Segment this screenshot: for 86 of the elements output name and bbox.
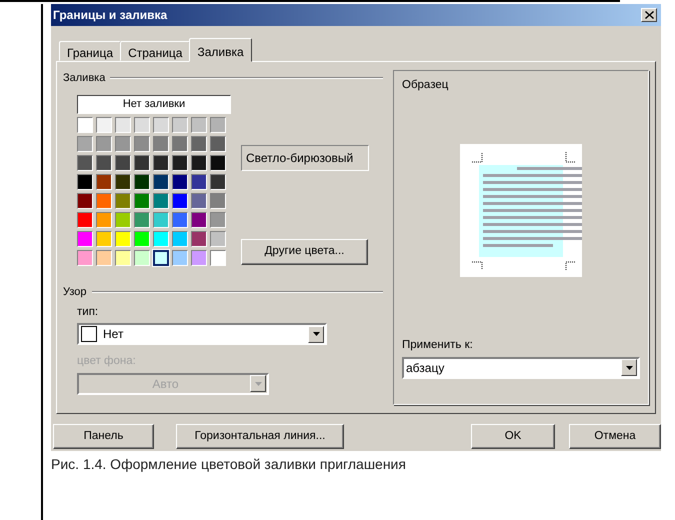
color-swatch[interactable]	[134, 230, 150, 246]
more-colors-button[interactable]: Другие цвета...	[241, 239, 368, 264]
color-name-field: Светло-бирюзовый	[241, 144, 369, 170]
color-swatch[interactable]	[153, 154, 169, 170]
color-swatch[interactable]	[210, 154, 226, 170]
color-swatch[interactable]	[134, 212, 150, 228]
color-swatch[interactable]	[153, 116, 169, 132]
color-swatch[interactable]	[134, 250, 150, 266]
color-swatch[interactable]	[134, 136, 150, 152]
group-label: Узор	[63, 284, 87, 300]
color-swatch[interactable]	[210, 116, 226, 132]
color-swatch[interactable]	[191, 154, 207, 170]
color-swatch[interactable]	[77, 174, 93, 190]
field-label: тип:	[77, 305, 100, 320]
color-swatch[interactable]	[210, 136, 226, 152]
dialog-button[interactable]: Отмена	[569, 424, 661, 450]
color-swatch[interactable]	[153, 174, 169, 190]
color-swatch[interactable]	[96, 230, 112, 246]
color-swatch[interactable]	[77, 230, 93, 246]
color-swatch[interactable]	[96, 174, 112, 190]
color-swatch[interactable]	[210, 250, 226, 266]
color-swatch[interactable]	[172, 154, 188, 170]
color-swatch[interactable]	[77, 192, 93, 208]
color-swatch[interactable]	[96, 250, 112, 266]
color-swatch[interactable]	[191, 174, 207, 190]
color-swatch[interactable]	[191, 192, 207, 208]
color-swatch[interactable]	[210, 212, 226, 228]
no-fill-button[interactable]: Нет заливки	[77, 94, 231, 114]
color-swatch[interactable]	[115, 116, 131, 132]
color-swatch[interactable]	[77, 154, 93, 170]
color-swatch[interactable]	[77, 116, 93, 132]
dialog-button[interactable]: Горизонтальная линия...	[176, 424, 344, 450]
color-swatch[interactable]	[153, 136, 169, 152]
tab[interactable]: Заливка	[189, 38, 252, 62]
pattern-swatch-icon	[81, 326, 97, 342]
color-swatch[interactable]	[210, 192, 226, 208]
dialog-button[interactable]: Панель	[53, 424, 154, 450]
color-swatch[interactable]	[96, 192, 112, 208]
color-swatch[interactable]	[172, 192, 188, 208]
group-label: Заливка	[63, 71, 106, 86]
color-swatch[interactable]	[172, 230, 188, 246]
field-label: Применить к:	[402, 338, 474, 354]
color-swatch[interactable]	[115, 230, 131, 246]
color-swatch[interactable]	[153, 250, 169, 266]
color-swatch[interactable]	[153, 212, 169, 228]
color-swatch[interactable]	[210, 174, 226, 190]
color-swatch[interactable]	[191, 116, 207, 132]
apply-to-dropdown[interactable]: абзацу	[402, 356, 640, 378]
color-swatch[interactable]	[96, 116, 112, 132]
color-swatch[interactable]	[153, 230, 169, 246]
pattern-type-dropdown[interactable]: Нет	[77, 323, 327, 346]
color-swatch[interactable]	[172, 116, 188, 132]
color-swatch[interactable]	[77, 212, 93, 228]
color-swatch[interactable]	[210, 230, 226, 246]
color-swatch[interactable]	[191, 230, 207, 246]
color-swatch[interactable]	[153, 192, 169, 208]
window-title: Границы и заливка	[53, 7, 168, 24]
color-swatch[interactable]	[191, 212, 207, 228]
color-swatch[interactable]	[191, 250, 207, 266]
color-swatch[interactable]	[115, 212, 131, 228]
figure-caption: Рис. 1.4. Оформление цветовой заливки приглашения	[51, 455, 407, 474]
close-icon	[644, 11, 654, 19]
color-swatch[interactable]	[115, 136, 131, 152]
color-swatch[interactable]	[96, 136, 112, 152]
color-swatch[interactable]	[172, 174, 188, 190]
color-swatch[interactable]	[115, 250, 131, 266]
tab[interactable]: Граница	[59, 41, 122, 61]
color-swatch[interactable]	[115, 192, 131, 208]
color-swatch[interactable]	[77, 250, 93, 266]
color-swatch[interactable]	[96, 212, 112, 228]
color-swatch[interactable]	[172, 250, 188, 266]
dialog-button[interactable]: OK	[471, 424, 555, 450]
color-swatch[interactable]	[96, 154, 112, 170]
color-swatch[interactable]	[115, 174, 131, 190]
close-button[interactable]	[641, 8, 657, 22]
tab[interactable]: Страница	[120, 41, 190, 61]
color-swatch[interactable]	[191, 136, 207, 152]
color-swatch[interactable]	[134, 174, 150, 190]
color-swatch[interactable]	[115, 154, 131, 170]
color-swatch[interactable]	[134, 192, 150, 208]
color-swatch[interactable]	[134, 154, 150, 170]
preview-label: Образец	[402, 78, 450, 93]
color-swatch[interactable]	[172, 212, 188, 228]
color-swatch[interactable]	[172, 136, 188, 152]
color-swatch[interactable]	[77, 136, 93, 152]
color-swatch[interactable]	[134, 116, 150, 132]
